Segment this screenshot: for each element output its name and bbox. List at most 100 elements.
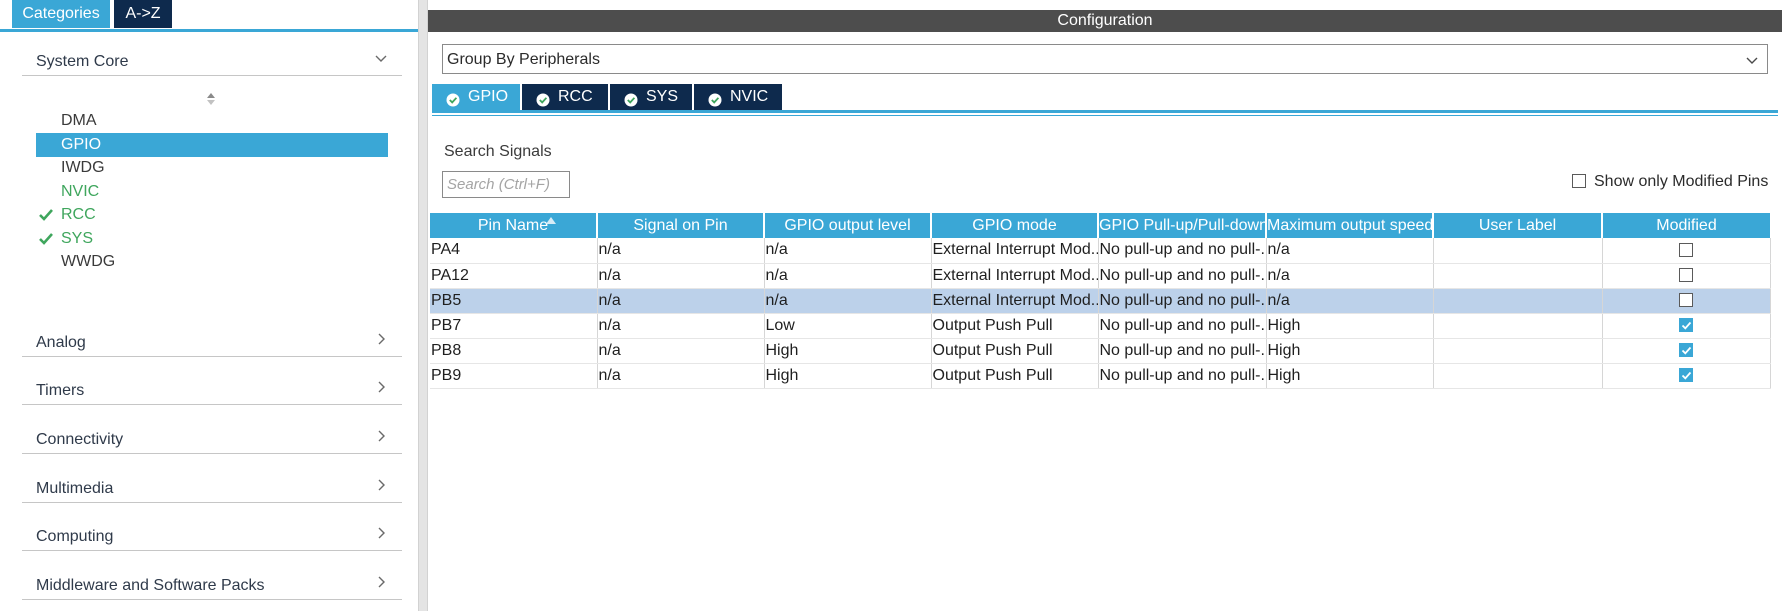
chevron-right-icon	[374, 478, 388, 492]
column-header-gpio-mode[interactable]: GPIO mode	[931, 213, 1099, 238]
cell-signal: n/a	[597, 238, 765, 264]
check-circle-icon	[624, 90, 638, 107]
checkmark-icon	[1681, 347, 1692, 355]
panel-splitter[interactable]	[418, 0, 428, 611]
modified-checkbox[interactable]	[1679, 293, 1693, 308]
column-header-user-label[interactable]: User Label	[1433, 213, 1603, 238]
category-analog[interactable]: Analog	[22, 311, 402, 357]
search-input[interactable]	[442, 171, 570, 198]
cell-pin: PA12	[430, 263, 598, 289]
column-header-pin-name[interactable]: Pin Name	[430, 213, 598, 238]
category-label: Multimedia	[36, 480, 114, 497]
tab-label: RCC	[558, 88, 593, 105]
table-row[interactable]: PA12 n/a n/a External Interrupt Mod... N…	[430, 263, 1771, 289]
column-header-output-level[interactable]: GPIO output level	[764, 213, 932, 238]
modified-checkbox[interactable]	[1679, 343, 1693, 358]
category-label: Computing	[36, 528, 114, 545]
column-header-modified[interactable]: Modified	[1602, 213, 1770, 238]
modified-checkbox[interactable]	[1679, 243, 1693, 258]
category-system-core[interactable]: System Core	[22, 30, 402, 76]
chevron-right-icon	[374, 332, 388, 346]
category-label: System Core	[36, 53, 129, 70]
tab-label: NVIC	[730, 88, 769, 105]
checkmark-icon	[1681, 372, 1692, 380]
cell-signal: n/a	[597, 263, 765, 289]
cell-speed: n/a	[1266, 288, 1434, 314]
cell-modified	[1602, 288, 1771, 314]
configuration-panel: Configuration Group By Peripherals GPIO …	[428, 0, 1782, 611]
chevron-right-icon	[374, 526, 388, 540]
ip-tab-bar: GPIO RCC SYS NVIC	[432, 84, 1778, 113]
cell-user-label[interactable]	[1433, 313, 1603, 339]
checkbox[interactable]	[1572, 174, 1586, 188]
check-circle-icon	[446, 90, 460, 107]
cell-level: n/a	[764, 238, 932, 264]
cell-pin: PB5	[430, 288, 598, 314]
cell-pin: PA4	[430, 238, 598, 264]
cell-pin: PB9	[430, 363, 598, 389]
cell-modified	[1602, 338, 1771, 364]
cell-user-label[interactable]	[1433, 238, 1603, 264]
tab-a-z[interactable]: A->Z	[114, 0, 172, 28]
category-timers[interactable]: Timers	[22, 359, 402, 405]
cell-mode: Output Push Pull	[931, 363, 1099, 389]
checkmark-icon	[1681, 322, 1692, 330]
sidebar-item-iwdg[interactable]: IWDG	[36, 156, 388, 180]
tab-sys[interactable]: SYS	[610, 84, 692, 110]
cell-pull: No pull-up and no pull-...	[1098, 288, 1267, 314]
cell-pull: No pull-up and no pull-...	[1098, 363, 1267, 389]
modified-checkbox[interactable]	[1679, 268, 1693, 283]
tab-rcc[interactable]: RCC	[522, 84, 608, 110]
cell-mode: Output Push Pull	[931, 338, 1099, 364]
cell-user-label[interactable]	[1433, 363, 1603, 389]
cell-speed: n/a	[1266, 238, 1434, 264]
checkbox-label: Show only Modified Pins	[1594, 173, 1769, 190]
cell-signal: n/a	[597, 338, 765, 364]
tab-nvic[interactable]: NVIC	[694, 84, 782, 110]
chevron-right-icon	[374, 380, 388, 394]
cell-user-label[interactable]	[1433, 263, 1603, 289]
column-header-label: Pin Name	[477, 216, 549, 234]
sidebar-item-label: DMA	[61, 112, 97, 129]
table-row[interactable]: PB7 n/a Low Output Push Pull No pull-up …	[430, 313, 1771, 339]
sidebar-item-wwdg[interactable]: WWDG	[36, 250, 388, 274]
sidebar-item-sys[interactable]: SYS	[36, 227, 388, 251]
category-connectivity[interactable]: Connectivity	[22, 408, 402, 454]
pin-table: Pin Name Signal on Pin GPIO output level…	[430, 213, 1771, 389]
sort-toggle-icon[interactable]	[205, 92, 217, 106]
table-row[interactable]: PA4 n/a n/a External Interrupt Mod... No…	[430, 238, 1771, 264]
tab-categories[interactable]: Categories	[12, 0, 110, 28]
table-row[interactable]: PB8 n/a High Output Push Pull No pull-up…	[430, 338, 1771, 364]
modified-checkbox[interactable]	[1679, 318, 1693, 333]
group-by-select[interactable]: Group By Peripherals	[442, 44, 1768, 74]
category-middleware[interactable]: Middleware and Software Packs	[22, 554, 402, 600]
sidebar-item-dma[interactable]: DMA	[36, 109, 388, 133]
cell-mode: External Interrupt Mod...	[931, 238, 1099, 264]
tab-gpio[interactable]: GPIO	[432, 84, 520, 110]
table-row-selected[interactable]: PB5 n/a n/a External Interrupt Mod... No…	[430, 288, 1771, 314]
sidebar-item-gpio[interactable]: GPIO	[36, 133, 388, 157]
category-label: Middleware and Software Packs	[36, 577, 265, 594]
cell-pin: PB7	[430, 313, 598, 339]
cell-speed: n/a	[1266, 263, 1434, 289]
sidebar-item-rcc[interactable]: RCC	[36, 203, 388, 227]
cell-user-label[interactable]	[1433, 338, 1603, 364]
checkmark-icon	[38, 207, 54, 223]
column-header-max-speed[interactable]: Maximum output speed	[1266, 213, 1434, 238]
left-tab-bar: Categories A->Z	[0, 0, 418, 32]
cell-user-label[interactable]	[1433, 288, 1603, 314]
table-row[interactable]: PB9 n/a High Output Push Pull No pull-up…	[430, 363, 1771, 389]
category-computing[interactable]: Computing	[22, 505, 402, 551]
category-multimedia[interactable]: Multimedia	[22, 457, 402, 503]
modified-checkbox[interactable]	[1679, 368, 1693, 383]
column-header-pull[interactable]: GPIO Pull-up/Pull-down	[1098, 213, 1267, 238]
tab-label: GPIO	[468, 88, 509, 105]
cell-pin: PB8	[430, 338, 598, 364]
cell-speed: High	[1266, 363, 1434, 389]
column-header-signal[interactable]: Signal on Pin	[597, 213, 765, 238]
cell-speed: High	[1266, 313, 1434, 339]
category-label: Timers	[36, 382, 85, 399]
categories-panel: Categories A->Z System Core DMA GPIO IWD…	[0, 0, 418, 611]
sidebar-item-nvic[interactable]: NVIC	[36, 180, 388, 204]
chevron-right-icon	[374, 429, 388, 443]
